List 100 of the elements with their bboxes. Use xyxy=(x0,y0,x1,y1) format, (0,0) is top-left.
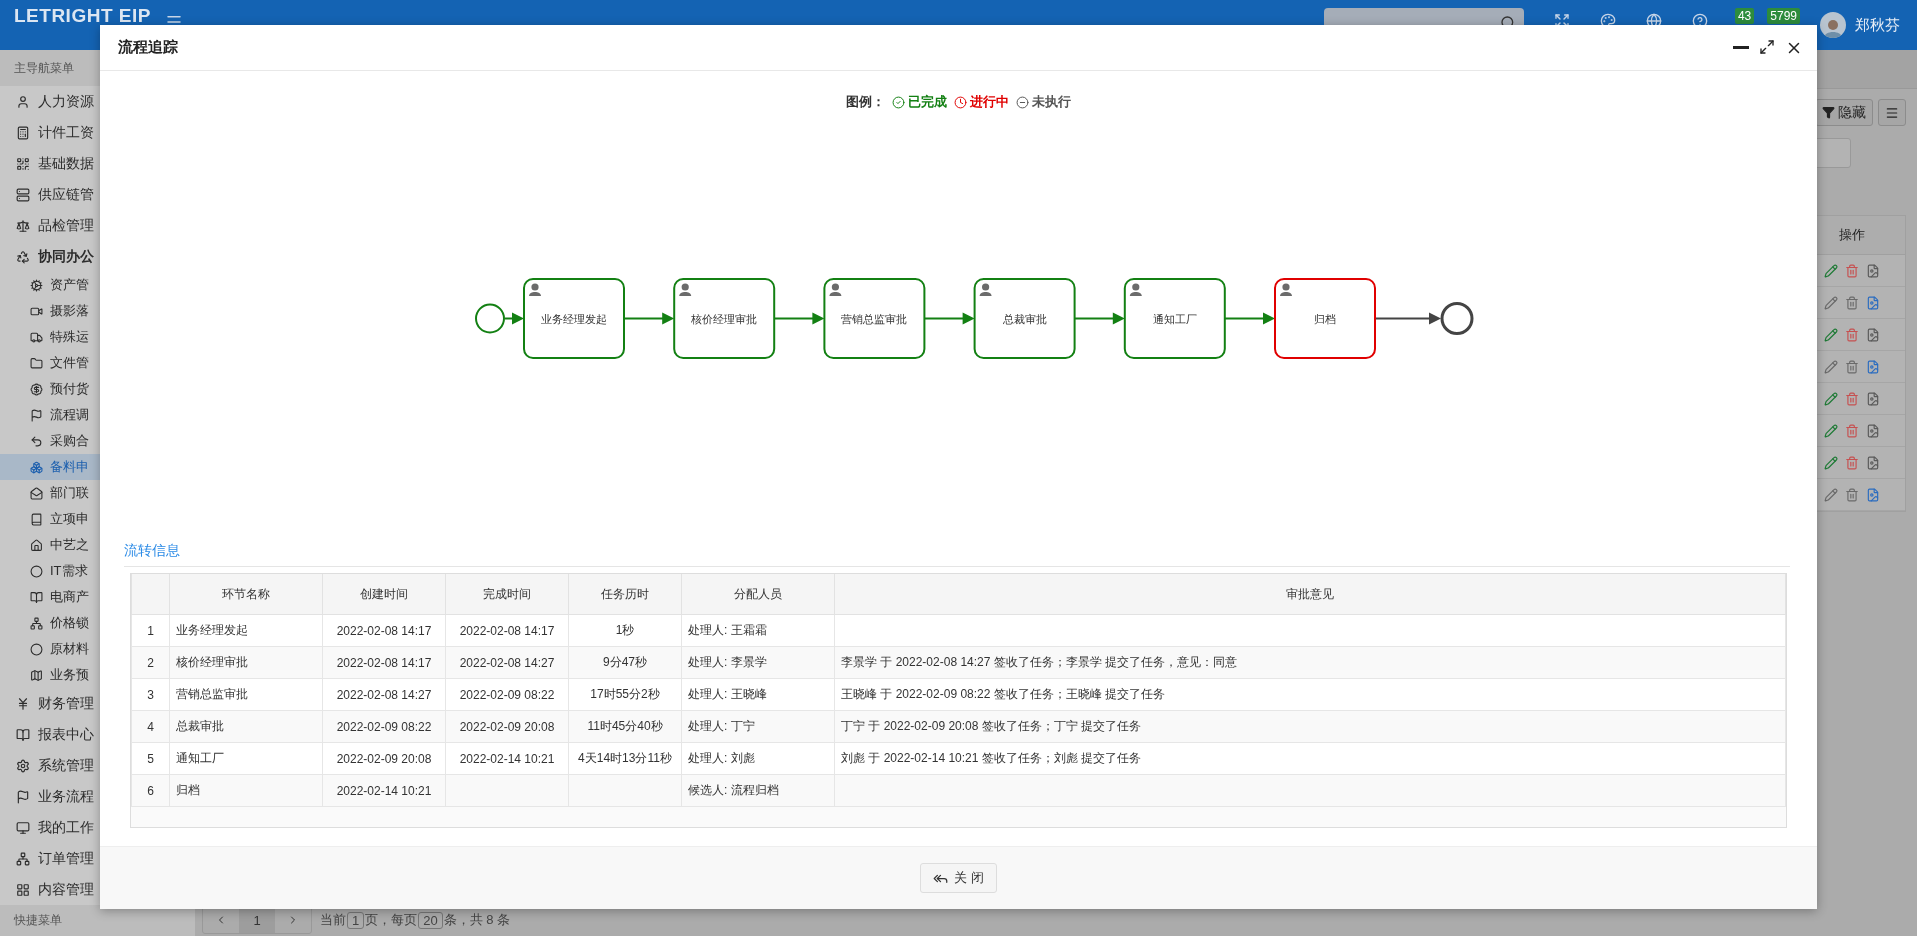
menu-item[interactable]: 流程调 xyxy=(0,402,195,428)
gear-icon xyxy=(30,278,43,292)
hide-button[interactable]: 隐藏 xyxy=(1815,99,1873,126)
page-size-field[interactable]: 20 xyxy=(418,911,443,929)
flag-icon xyxy=(16,789,30,804)
pencil-icon[interactable] xyxy=(1824,455,1838,470)
trash-icon[interactable] xyxy=(1845,359,1859,374)
menu-button[interactable] xyxy=(1878,99,1906,126)
menu-item[interactable]: 采购合 xyxy=(0,428,195,454)
section-title: 流转信息 xyxy=(124,542,180,558)
table-cell: 2022-02-14 10:21 xyxy=(445,742,569,775)
menu-item[interactable]: 资产管 xyxy=(0,272,195,298)
folder-icon xyxy=(30,356,43,370)
menu-item[interactable]: 内容管理 xyxy=(0,874,195,905)
image-icon[interactable] xyxy=(1866,359,1880,374)
node-label: 归档 xyxy=(1314,312,1336,325)
page-field[interactable]: 1 xyxy=(347,911,365,929)
task-node[interactable] xyxy=(973,278,1076,359)
menu-item[interactable]: 供应链管 xyxy=(0,179,195,210)
table-cell: 2022-02-09 08:22 xyxy=(322,710,446,743)
trash-icon[interactable] xyxy=(1845,295,1859,310)
column-header: 创建时间 xyxy=(322,574,446,615)
pencil-icon[interactable] xyxy=(1824,391,1838,406)
avatar[interactable] xyxy=(1820,12,1846,38)
image-icon[interactable] xyxy=(1866,423,1880,438)
menu-item[interactable]: 立项申 xyxy=(0,506,195,532)
pencil-icon[interactable] xyxy=(1824,423,1838,438)
maximize-button[interactable] xyxy=(1759,38,1775,57)
table-cell: 2022-02-08 14:17 xyxy=(445,614,569,647)
book-icon xyxy=(16,727,30,742)
image-icon[interactable] xyxy=(1866,295,1880,310)
image-icon[interactable] xyxy=(1866,391,1880,406)
menu-item[interactable]: 文件管 xyxy=(0,350,195,376)
pencil-icon[interactable] xyxy=(1824,327,1838,342)
page-button[interactable]: 1 xyxy=(239,907,275,933)
task-node[interactable] xyxy=(1274,278,1376,359)
table-cell: 候选人: 流程归档 xyxy=(681,774,835,807)
user-name[interactable]: 郑秋芬 xyxy=(1855,16,1900,35)
column-header: 分配人员 xyxy=(681,574,835,615)
pencil-icon[interactable] xyxy=(1824,263,1838,278)
pencil-icon[interactable] xyxy=(1824,487,1838,502)
boxes-icon xyxy=(30,460,43,474)
row-number: 5 xyxy=(131,742,170,775)
settings-icon xyxy=(16,758,30,773)
check-circle-icon xyxy=(892,95,905,109)
close-button[interactable]: 关 闭 xyxy=(920,863,997,893)
menu-item[interactable]: 部门联 xyxy=(0,480,195,506)
table-cell: 业务经理发起 xyxy=(169,614,323,647)
task-node[interactable] xyxy=(673,278,776,359)
image-icon[interactable] xyxy=(1866,487,1880,502)
server-icon xyxy=(16,187,30,202)
pencil-icon[interactable] xyxy=(1824,295,1838,310)
menu-item[interactable]: 品检管理 xyxy=(0,210,195,241)
table-cell: 2022-02-08 14:27 xyxy=(322,678,446,711)
circle-icon xyxy=(30,642,43,656)
table-cell: 2022-02-08 14:17 xyxy=(322,614,446,647)
trash-icon[interactable] xyxy=(1845,263,1859,278)
trash-icon[interactable] xyxy=(1845,487,1859,502)
minimize-icon xyxy=(1733,46,1749,49)
table-cell: 归档 xyxy=(169,774,323,807)
trash-icon[interactable] xyxy=(1845,327,1859,342)
menu-item[interactable]: 基础数据 xyxy=(0,148,195,179)
task-node[interactable] xyxy=(1123,278,1226,359)
menu-item[interactable]: 特殊运 xyxy=(0,324,195,350)
menu-item[interactable]: 计件工资 xyxy=(0,117,195,148)
truck-icon xyxy=(30,330,43,344)
menu-item[interactable]: 摄影落 xyxy=(0,298,195,324)
task-node[interactable] xyxy=(823,278,926,359)
app-logo: LETRIGHT EIP xyxy=(14,5,151,27)
trash-icon[interactable] xyxy=(1845,423,1859,438)
trash-icon[interactable] xyxy=(1845,455,1859,470)
table-cell: 处理人: 李景学 xyxy=(681,646,835,679)
image-icon[interactable] xyxy=(1866,263,1880,278)
monitor-icon xyxy=(16,820,30,835)
book-icon xyxy=(30,512,43,526)
menu-item[interactable]: 人力资源 xyxy=(0,86,195,117)
menu-item[interactable]: 订单管理 xyxy=(0,843,195,874)
pencil-icon[interactable] xyxy=(1824,359,1838,374)
column-header: 完成时间 xyxy=(445,574,569,615)
image-icon[interactable] xyxy=(1866,327,1880,342)
table-cell: 处理人: 王晓峰 xyxy=(681,678,835,711)
trash-icon[interactable] xyxy=(1845,391,1859,406)
table-cell: 1秒 xyxy=(568,614,682,647)
row-number: 4 xyxy=(131,710,170,743)
flow-arrow xyxy=(1073,312,1125,325)
row-number: 3 xyxy=(131,678,170,711)
menu-item[interactable]: 协同办公 xyxy=(0,241,195,272)
menu-item[interactable]: 我的工作 xyxy=(0,812,195,843)
legend-item: 已完成 xyxy=(908,93,947,111)
menu-item[interactable]: 预付货 xyxy=(0,376,195,402)
table-cell: 处理人: 刘彪 xyxy=(681,742,835,775)
person-icon xyxy=(829,283,842,296)
table-cell: 通知工厂 xyxy=(169,742,323,775)
table-cell: 2022-02-08 14:17 xyxy=(322,646,446,679)
pager-text: 当前 xyxy=(320,911,346,929)
table-cell: 丁宁 于 2022-02-09 20:08 签收了任务；丁宁 提交了任务 xyxy=(834,710,1786,743)
legend-label: 图例： xyxy=(846,93,885,111)
book-icon xyxy=(30,590,43,604)
task-node[interactable] xyxy=(523,278,625,359)
image-icon[interactable] xyxy=(1866,455,1880,470)
